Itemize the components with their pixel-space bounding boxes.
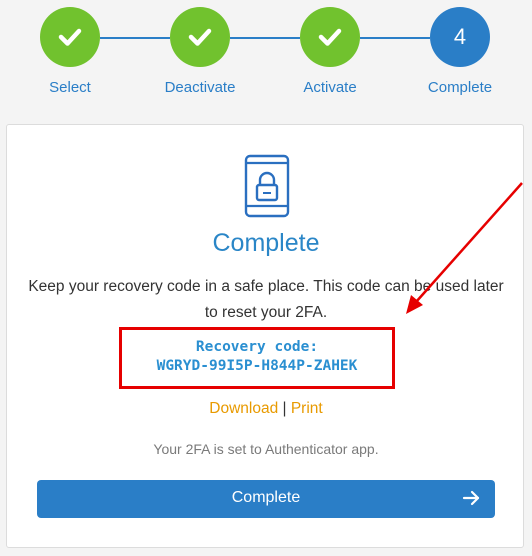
step-1-check [40,7,100,67]
download-link[interactable]: Download [209,400,278,417]
step-label-complete: Complete [427,79,493,96]
step-number: 4 [453,24,467,49]
step-2-check [170,7,230,67]
step-connector [100,37,170,39]
completion-card: Complete Keep your recovery code in a sa… [6,124,524,548]
checkmark-icon [318,28,342,46]
step-connector [360,37,430,39]
complete-button-label: Complete [231,489,301,506]
print-link[interactable]: Print [291,400,323,417]
step-connector [230,37,300,39]
step-4-number: 4 [430,7,490,67]
step-label-deactivate: Deactivate [164,79,236,96]
two-fa-status: Your 2FA is set to Authenticator app. [153,441,379,457]
code-actions: Download | Print [7,400,525,418]
checkmark-icon [188,28,212,46]
complete-button[interactable]: Complete [37,480,495,518]
recovery-code-text: Recovery code: WGRYD-99I5P-H844P-ZAHEK [122,338,392,376]
checkmark-icon [58,28,82,46]
link-separator: | [278,400,291,417]
step-label-activate: Activate [303,79,357,96]
card-title: Complete [212,229,320,257]
step-label-select: Select [49,79,91,96]
arrow-right-icon [461,488,481,513]
recovery-instructions: Keep your recovery code in a safe place.… [28,278,504,321]
recovery-code-value: WGRYD-99I5P-H844P-ZAHEK [156,358,358,374]
step-3-check [300,7,360,67]
recovery-code-label: Recovery code: [195,339,319,355]
recovery-code-box: Recovery code: WGRYD-99I5P-H844P-ZAHEK [119,327,395,389]
progress-stepper: 4 Select Deactivate Activate Complete [0,0,532,110]
phone-lock-icon [243,153,291,224]
